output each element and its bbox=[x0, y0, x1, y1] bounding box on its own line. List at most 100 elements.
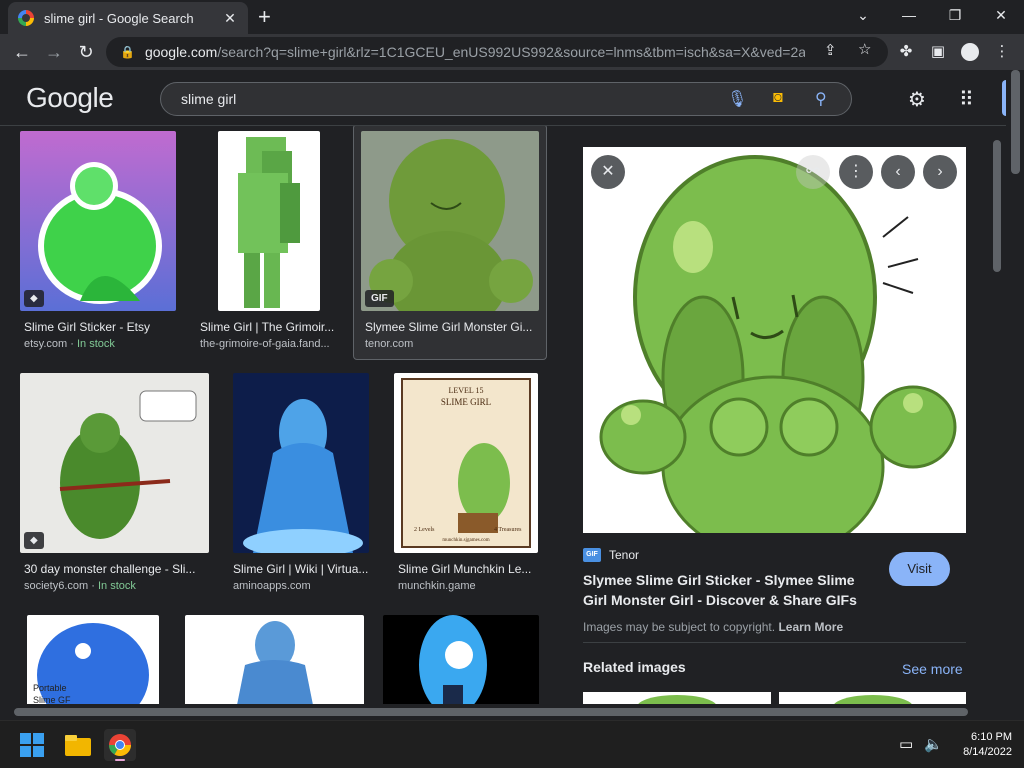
panel-scrollbar[interactable] bbox=[990, 126, 1004, 704]
card-treasures-text: 4 Treasures bbox=[494, 527, 522, 533]
start-button[interactable] bbox=[16, 729, 48, 761]
result-thumbnail[interactable] bbox=[218, 131, 320, 311]
more-options-icon[interactable]: ⋮ bbox=[839, 155, 873, 189]
slymee-thumb-image bbox=[361, 131, 539, 311]
microphone-icon[interactable]: 🎙 bbox=[727, 89, 747, 109]
profile-icon[interactable] bbox=[960, 42, 980, 62]
taskbar-clock[interactable]: 6:10 PM 8/14/2022 bbox=[963, 730, 1012, 760]
result-thumbnail[interactable] bbox=[383, 615, 539, 704]
browser-tab[interactable]: slime girl - Google Search ✕ bbox=[8, 2, 248, 34]
undertale-slime-image bbox=[383, 615, 539, 704]
previous-image-button[interactable]: ‹ bbox=[881, 155, 915, 189]
lens-camera-icon[interactable]: ◙ bbox=[773, 89, 783, 107]
image-results-grid: ◆ Slime Girl Sticker - Etsy etsy.com · I… bbox=[0, 126, 560, 704]
forward-button[interactable]: → bbox=[42, 40, 66, 64]
chrome-taskbar-icon[interactable] bbox=[104, 729, 136, 761]
slime-sticker-image bbox=[20, 131, 176, 311]
extensions-icon[interactable]: ✤ bbox=[896, 42, 916, 62]
gif-badge: GIF bbox=[365, 290, 394, 307]
card-level-text: LEVEL 15 bbox=[448, 386, 483, 395]
share-icon[interactable]: ⇪ bbox=[824, 41, 837, 59]
minimize-button[interactable]: — bbox=[886, 4, 932, 26]
result-thumbnail[interactable]: Portable Slime GF bbox=[27, 615, 159, 704]
tenor-favicon-icon: GIF bbox=[583, 548, 601, 562]
blue-slime-image bbox=[233, 373, 369, 553]
reload-button[interactable]: ↻ bbox=[74, 40, 98, 64]
preview-image[interactable] bbox=[583, 147, 966, 533]
result-thumbnail[interactable]: ◆ bbox=[20, 373, 209, 553]
result-thumbnail[interactable]: LEVEL 15 SLIME GIRL 2 Levels 4 Treasures… bbox=[394, 373, 538, 553]
shopping-tag-icon: ◆ bbox=[24, 532, 44, 549]
bookmark-star-icon[interactable]: ☆ bbox=[858, 40, 871, 58]
preview-source[interactable]: GIF Tenor bbox=[583, 548, 639, 562]
close-tab-icon[interactable]: ✕ bbox=[222, 10, 238, 27]
result-thumbnail[interactable]: GIF bbox=[361, 131, 539, 311]
see-more-link[interactable]: See more bbox=[902, 661, 963, 677]
side-panel-icon[interactable]: ▣ bbox=[928, 42, 948, 62]
result-source: the-grimoire-of-gaia.fand... bbox=[200, 338, 330, 350]
scrollbar-thumb[interactable] bbox=[1011, 70, 1020, 174]
search-box[interactable]: 🎙 ◙ ⚲ bbox=[160, 82, 852, 116]
settings-gear-icon[interactable]: ⚙ bbox=[908, 87, 926, 112]
close-preview-button[interactable]: ✕ bbox=[591, 155, 625, 189]
blue-slime-girl-image bbox=[185, 615, 364, 704]
preview-title[interactable]: Slymee Slime Girl Sticker - Slymee Slime… bbox=[583, 570, 873, 610]
tab-strip: slime girl - Google Search ✕ + ⌄ — ❐ ✕ bbox=[0, 0, 1024, 34]
result-thumbnail[interactable] bbox=[233, 373, 369, 553]
monster-challenge-image bbox=[20, 373, 209, 553]
result-thumbnail[interactable] bbox=[185, 615, 364, 704]
back-button[interactable]: ← bbox=[10, 40, 34, 64]
visit-button[interactable]: Visit bbox=[889, 552, 950, 586]
result-source: tenor.com bbox=[365, 338, 414, 350]
lock-icon[interactable]: 🔒 bbox=[120, 45, 135, 59]
result-caption[interactable]: Slymee Slime Girl Monster Gi... bbox=[365, 320, 537, 334]
image-preview-panel: ✕ ⚯ ⋮ ‹ › GIF Tenor Slymee Slime Girl St… bbox=[560, 126, 990, 704]
result-source: society6.com · In stock bbox=[24, 580, 136, 592]
menu-icon[interactable]: ⋮ bbox=[992, 42, 1012, 62]
windows-taskbar: ▭ 🔈 6:10 PM 8/14/2022 bbox=[0, 720, 1024, 768]
network-icon[interactable]: ▭ bbox=[899, 735, 913, 753]
shopping-tag-icon: ◆ bbox=[24, 290, 44, 307]
result-source: etsy.com · In stock bbox=[24, 338, 115, 350]
result-caption[interactable]: Slime Girl | Wiki | Virtua... bbox=[233, 562, 373, 576]
next-image-button[interactable]: › bbox=[923, 155, 957, 189]
sticker-text: Slime GF bbox=[33, 695, 71, 704]
browser-toolbar: ← → ↻ 🔒 google.com/search?q=slime+girl&r… bbox=[0, 34, 1024, 70]
slymee-preview-image bbox=[583, 147, 966, 533]
url-text: google.com/search?q=slime+girl&rlz=1C1GC… bbox=[144, 44, 805, 60]
munchkin-card-image: LEVEL 15 SLIME GIRL 2 Levels 4 Treasures… bbox=[394, 373, 538, 553]
minecraft-slime-image bbox=[218, 131, 320, 311]
related-image-thumbnail[interactable] bbox=[583, 692, 771, 704]
scrollbar-thumb[interactable] bbox=[14, 708, 968, 716]
result-caption[interactable]: 30 day monster challenge - Sli... bbox=[24, 562, 204, 576]
search-input[interactable] bbox=[181, 89, 701, 109]
result-caption[interactable]: Slime Girl Sticker - Etsy bbox=[24, 320, 176, 334]
address-bar[interactable]: 🔒 google.com/search?q=slime+girl&rlz=1C1… bbox=[106, 37, 888, 67]
search-icon[interactable]: ⚲ bbox=[815, 89, 827, 109]
file-explorer-icon[interactable] bbox=[62, 729, 94, 761]
apps-grid-icon[interactable]: ⠿ bbox=[959, 87, 974, 112]
card-levels-text: 2 Levels bbox=[414, 527, 435, 533]
sticker-text: Portable bbox=[33, 683, 67, 693]
result-caption[interactable]: Slime Girl | The Grimoir... bbox=[200, 320, 340, 334]
learn-more-link[interactable]: Learn More bbox=[778, 620, 843, 634]
tab-search-chevron-icon[interactable]: ⌄ bbox=[840, 4, 886, 26]
horizontal-scrollbar[interactable] bbox=[0, 704, 1024, 720]
new-tab-button[interactable]: + bbox=[258, 6, 271, 28]
preview-source-name: Tenor bbox=[609, 548, 640, 562]
copyright-notice: Images may be subject to copyright. Lear… bbox=[583, 620, 844, 634]
google-logo[interactable]: Google bbox=[26, 82, 114, 114]
divider bbox=[583, 642, 966, 643]
related-image-thumbnail[interactable] bbox=[779, 692, 966, 704]
restore-button[interactable]: ❐ bbox=[932, 4, 978, 26]
google-header: Google 🎙 ◙ ⚲ ⚙ ⠿ bbox=[0, 70, 1024, 126]
close-window-button[interactable]: ✕ bbox=[978, 4, 1024, 26]
result-source: munchkin.game bbox=[398, 580, 476, 592]
result-thumbnail[interactable]: ◆ bbox=[20, 131, 176, 311]
volume-icon[interactable]: 🔈 bbox=[924, 735, 943, 753]
clock-time: 6:10 PM bbox=[971, 731, 1012, 743]
page-scrollbar[interactable] bbox=[1006, 70, 1024, 704]
result-caption[interactable]: Slime Girl Munchkin Le... bbox=[398, 562, 538, 576]
scrollbar-thumb[interactable] bbox=[993, 140, 1001, 272]
share-icon[interactable]: ⚯ bbox=[796, 155, 830, 189]
